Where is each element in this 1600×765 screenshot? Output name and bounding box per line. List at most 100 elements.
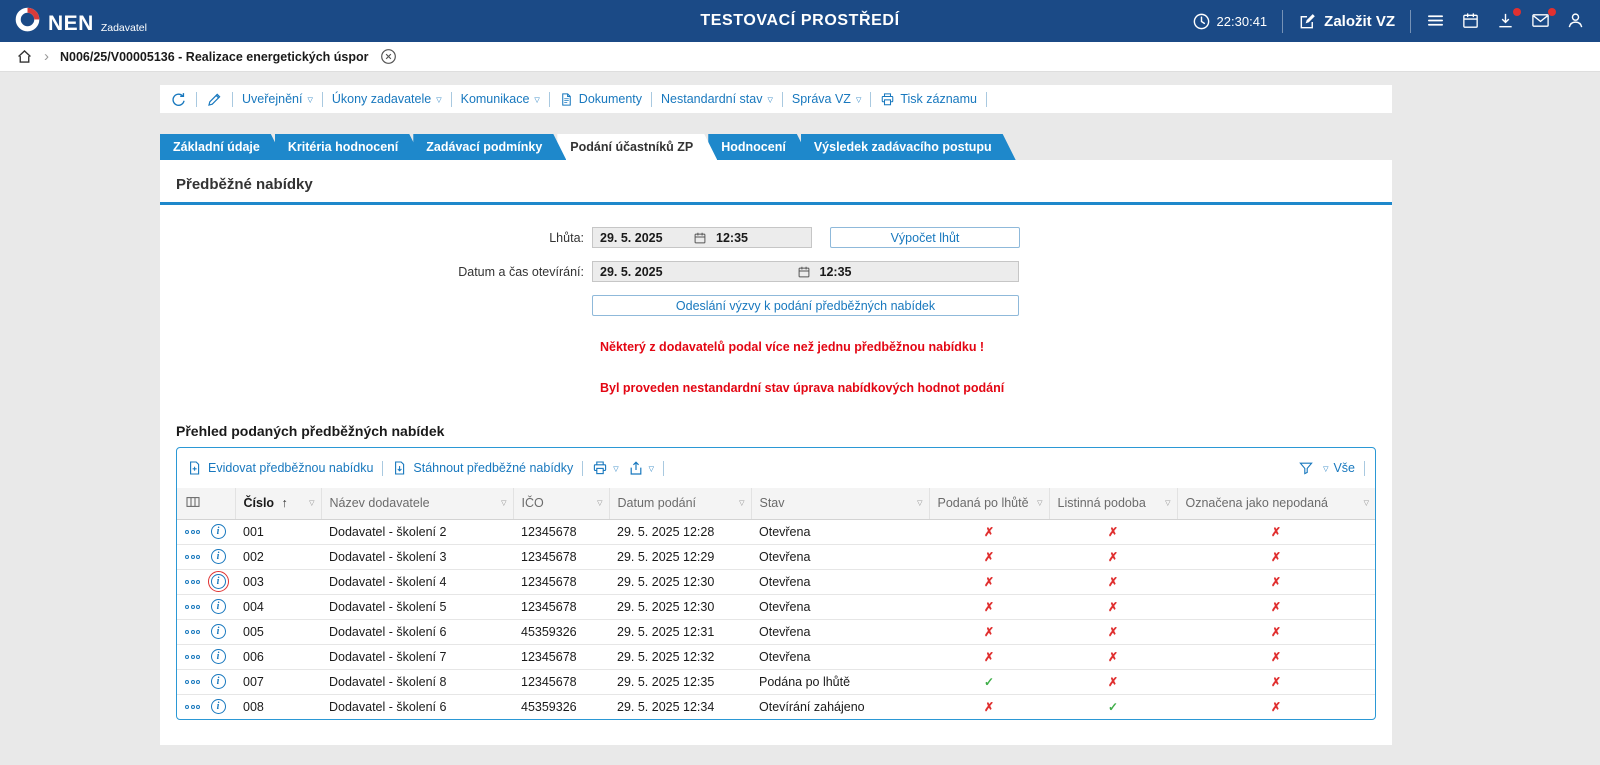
sort-asc-icon[interactable]: ↑ (282, 496, 288, 510)
menu-ukony-zadavatele[interactable]: Úkony zadavatele ▽ (332, 92, 442, 106)
breadcrumb-item[interactable]: N006/25/V00005136 - Realizace energetick… (60, 50, 369, 64)
row-menu-icon[interactable] (185, 679, 202, 684)
filter-dropdown-icon[interactable]: ▽ (597, 499, 602, 507)
filter-dropdown-icon[interactable]: ▽ (1165, 499, 1170, 507)
row-info-icon[interactable]: i (210, 624, 226, 639)
brand[interactable]: NEN Zadavatel (14, 6, 147, 36)
tab-zadavaci-podminky[interactable]: Zadávací podmínky (413, 134, 566, 160)
filter-dropdown-icon[interactable]: ▽ (917, 499, 922, 507)
pencil-icon[interactable] (206, 91, 223, 108)
cell-cislo: 002 (235, 544, 321, 570)
table-row[interactable]: i 007 Dodavatel - školení 8 12345678 29. 5. … (177, 669, 1375, 695)
row-info-icon[interactable]: i (210, 674, 226, 689)
row-info-icon[interactable]: i (210, 524, 226, 539)
menu-sprava-vz[interactable]: Správa VZ ▽ (792, 92, 861, 106)
col-header-ico[interactable]: IČO ▽ (512, 488, 609, 520)
menu-dokumenty[interactable]: Dokumenty (559, 92, 642, 107)
close-record-icon[interactable] (380, 48, 397, 65)
row-menu-icon[interactable] (185, 704, 202, 709)
downloads-button[interactable] (1496, 8, 1521, 31)
filter-icon[interactable] (1298, 460, 1314, 476)
calendar-icon[interactable] (797, 265, 811, 279)
deadline-time-value[interactable]: 12:35 (707, 231, 811, 245)
table-row[interactable]: i 003 Dodavatel - školení 4 12345678 29. 5. … (177, 569, 1375, 595)
history-icon[interactable] (170, 91, 187, 108)
vypocet-lhut-button[interactable]: Výpočet lhůt (830, 227, 1020, 248)
cell-ico: 12345678 (513, 544, 609, 570)
deadline-field[interactable]: 29. 5. 2025 12:35 (592, 227, 812, 248)
stahnout-nabidky-button[interactable]: Stáhnout předběžné nabídky (392, 460, 573, 476)
col-header-datum-podani[interactable]: Datum podání ▽ (608, 488, 751, 520)
evidovat-nabidku-button[interactable]: Evidovat předběžnou nabídku (187, 460, 373, 476)
row-menu-icon[interactable] (185, 629, 202, 634)
opening-date-value[interactable]: 29. 5. 2025 (593, 265, 797, 279)
filter-vse-dropdown[interactable]: ▽ Vše (1323, 461, 1355, 475)
row-info-icon[interactable]: i (210, 649, 226, 664)
col-header-listinna-podoba[interactable]: Listinná podoba ▽ (1048, 488, 1177, 520)
filter-dropdown-icon[interactable]: ▽ (739, 499, 744, 507)
table-row[interactable]: i 006 Dodavatel - školení 7 12345678 29. 5. … (177, 644, 1375, 670)
col-header-podana-po-lhute[interactable]: Podaná po lhůtě ▽ (928, 488, 1049, 520)
opening-time-value[interactable]: 12:35 (811, 265, 1019, 279)
send-invitation-button[interactable]: Odeslání výzvy k podání předběžných nabí… (592, 295, 1019, 316)
row-menu-icon[interactable] (185, 579, 202, 584)
row-info-icon[interactable]: i (210, 549, 226, 564)
col-header-cislo[interactable]: Číslo ↑ ▽ (234, 488, 321, 520)
row-info-icon[interactable]: i (210, 699, 226, 715)
menu-komunikace[interactable]: Komunikace ▽ (461, 92, 540, 106)
row-menu-icon[interactable] (185, 654, 202, 659)
filter-dropdown-icon[interactable]: ▽ (501, 499, 506, 507)
col-header-stav[interactable]: Stav ▽ (750, 488, 929, 520)
table-row[interactable]: i 005 Dodavatel - školení 6 45359326 29. 5. … (177, 619, 1375, 645)
tab-zakladni-udaje[interactable]: Základní údaje (160, 134, 284, 160)
table-row[interactable]: i 002 Dodavatel - školení 3 12345678 29. 5. … (177, 544, 1375, 570)
table-row[interactable]: i 001 Dodavatel - školení 2 12345678 29. 5. … (177, 519, 1375, 545)
table-row[interactable]: i 004 Dodavatel - školení 5 12345678 29. 5. … (177, 594, 1375, 620)
offers-toolbar: Evidovat předběžnou nabídku Stáhnout pře… (177, 448, 1375, 488)
row-menu-icon[interactable] (185, 529, 202, 534)
button-label: Evidovat předběžnou nabídku (208, 461, 374, 475)
tab-hodnoceni[interactable]: Hodnocení (708, 134, 810, 160)
cell-oznacena-jako-nepodana: ✗ (1177, 544, 1375, 570)
profile-button[interactable] (1566, 11, 1586, 31)
divider (870, 91, 872, 107)
filter-dropdown-icon[interactable]: ▽ (1364, 499, 1369, 507)
cell-cislo: 001 (235, 519, 321, 545)
col-header-actions[interactable] (177, 488, 235, 520)
menu-uverejneni[interactable]: Uveřejnění ▽ (242, 92, 313, 106)
cross-icon: ✗ (1270, 699, 1282, 714)
row-menu-icon[interactable] (185, 604, 202, 609)
cell-ico: 45359326 (513, 619, 609, 645)
cell-listinna-podoba: ✗ (1049, 569, 1177, 595)
home-icon[interactable] (16, 48, 33, 65)
cell-nazev-dodavatele: Dodavatel - školení 8 (321, 669, 513, 695)
print-dropdown-button[interactable]: ▽ (592, 460, 619, 476)
filter-dropdown-icon[interactable]: ▽ (309, 499, 314, 507)
menu-label: Správa VZ (791, 92, 851, 106)
col-header-nazev-dodavatele[interactable]: Název dodavatele ▽ (320, 488, 513, 520)
menu-label: Úkony zadavatele (331, 92, 432, 106)
row-info-icon[interactable]: i (210, 599, 226, 614)
opening-field[interactable]: 29. 5. 2025 12:35 (592, 261, 1019, 282)
calendar-button[interactable] (1461, 11, 1481, 31)
col-header-oznacena-jako-nepodana[interactable]: Označena jako nepodaná ▽ (1176, 488, 1375, 520)
tab-podani-ucastniku-zp[interactable]: Podání účastníků ZP (557, 134, 717, 160)
deadline-date-value[interactable]: 29. 5. 2025 (593, 231, 693, 245)
messages-button[interactable] (1531, 8, 1556, 31)
tab-vysledek-zadavaciho-postupu[interactable]: Výsledek zadávacího postupu (801, 134, 1016, 160)
filter-dropdown-icon[interactable]: ▽ (1037, 499, 1042, 507)
menu-nestandardni-stav[interactable]: Nestandardní stav ▽ (661, 92, 773, 106)
table-row[interactable]: i 008 Dodavatel - školení 6 45359326 29. 5. … (177, 694, 1375, 719)
printer-icon (592, 460, 608, 476)
column-settings-icon[interactable] (185, 494, 201, 510)
cell-datum-podani: 29. 5. 2025 12:35 (609, 669, 751, 695)
export-dropdown-button[interactable]: ▽ (628, 460, 654, 476)
tab-kriteria-hodnoceni[interactable]: Kritéria hodnocení (275, 134, 422, 160)
row-menu-icon[interactable] (185, 554, 202, 559)
clock-time: 22:30:41 (1216, 13, 1268, 29)
menu-tisk-zaznamu[interactable]: Tisk záznamu (880, 92, 977, 107)
row-info-icon[interactable]: i (207, 571, 229, 592)
calendar-icon[interactable] (693, 231, 707, 245)
menu-button[interactable] (1426, 11, 1446, 31)
create-vz-button[interactable]: Založit VZ (1298, 12, 1395, 31)
